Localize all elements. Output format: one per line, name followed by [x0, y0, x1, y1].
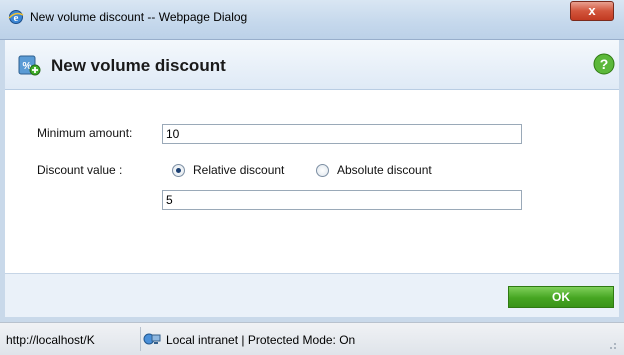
status-zone: Local intranet | Protected Mode: On [166, 333, 356, 347]
resize-grip-icon[interactable] [604, 337, 618, 351]
status-bar: http://localhost/K Local intranet | Prot… [0, 322, 624, 355]
absolute-discount-radio[interactable] [316, 164, 329, 177]
svg-text:?: ? [600, 56, 609, 72]
dialog-content: Minimum amount: Discount value : Relativ… [5, 91, 619, 273]
window-frame-right [619, 40, 624, 322]
ie-icon: e [8, 10, 24, 24]
discount-icon: % [18, 55, 41, 76]
status-separator [140, 327, 141, 351]
dialog-footer: OK [5, 273, 619, 317]
discount-value-input[interactable] [162, 190, 522, 210]
relative-discount-label[interactable]: Relative discount [193, 163, 284, 177]
discount-value-label: Discount value : [37, 163, 123, 177]
intranet-icon [143, 333, 161, 345]
min-amount-input[interactable] [162, 124, 522, 144]
window-title: New volume discount -- Webpage Dialog [30, 10, 248, 24]
relative-discount-radio[interactable] [172, 164, 185, 177]
status-url: http://localhost/K [6, 333, 95, 347]
close-icon: x [588, 3, 596, 18]
window-titlebar: e New volume discount -- Webpage Dialog … [0, 0, 624, 40]
dialog-title: New volume discount [51, 56, 226, 75]
close-button[interactable]: x [570, 1, 614, 21]
dialog-header: % New volume discount ? [5, 40, 619, 90]
min-amount-label: Minimum amount: [37, 126, 133, 140]
absolute-discount-label[interactable]: Absolute discount [337, 163, 432, 177]
help-icon[interactable]: ? [593, 53, 615, 75]
ok-button[interactable]: OK [508, 286, 614, 308]
